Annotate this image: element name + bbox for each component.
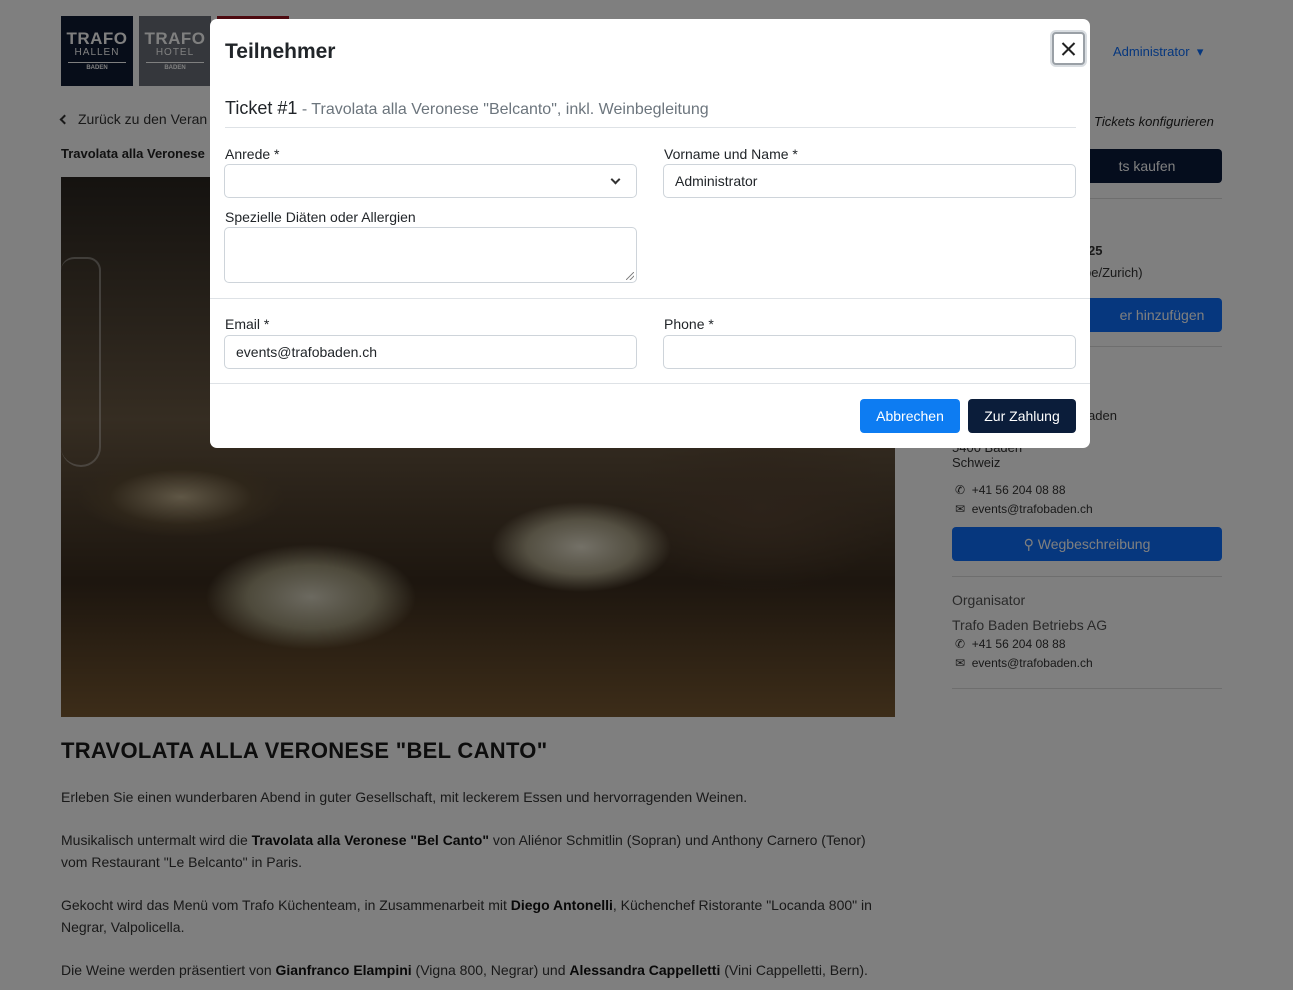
name-label: Vorname und Name * — [664, 146, 798, 162]
phone-field[interactable] — [663, 335, 1076, 369]
close-icon[interactable] — [1052, 32, 1085, 65]
resize-grip-icon[interactable] — [626, 272, 634, 280]
ticket-number: Ticket #1 — [225, 98, 298, 118]
modal-title: Teilnehmer — [225, 40, 336, 63]
salutation-label: Anrede * — [225, 146, 280, 162]
diet-textarea[interactable] — [224, 227, 637, 283]
email-field[interactable]: events@trafobaden.ch — [224, 335, 637, 369]
ticket-heading: Ticket #1 - Travolata alla Veronese "Bel… — [225, 98, 1076, 128]
diet-label: Spezielle Diäten oder Allergien — [225, 209, 416, 225]
cancel-button[interactable]: Abbrechen — [860, 399, 960, 433]
proceed-to-payment-button[interactable]: Zur Zahlung — [968, 399, 1076, 433]
ticket-description: - Travolata alla Veronese "Belcanto", in… — [297, 101, 709, 118]
name-field[interactable]: Administrator — [663, 164, 1076, 198]
chevron-down-icon — [610, 174, 621, 185]
section-divider — [210, 298, 1090, 299]
salutation-select[interactable] — [224, 164, 637, 198]
participant-modal: Teilnehmer Ticket #1 - Travolata alla Ve… — [210, 19, 1090, 448]
phone-label: Phone * — [664, 316, 714, 332]
footer-divider — [210, 383, 1090, 384]
email-label: Email * — [225, 316, 270, 332]
